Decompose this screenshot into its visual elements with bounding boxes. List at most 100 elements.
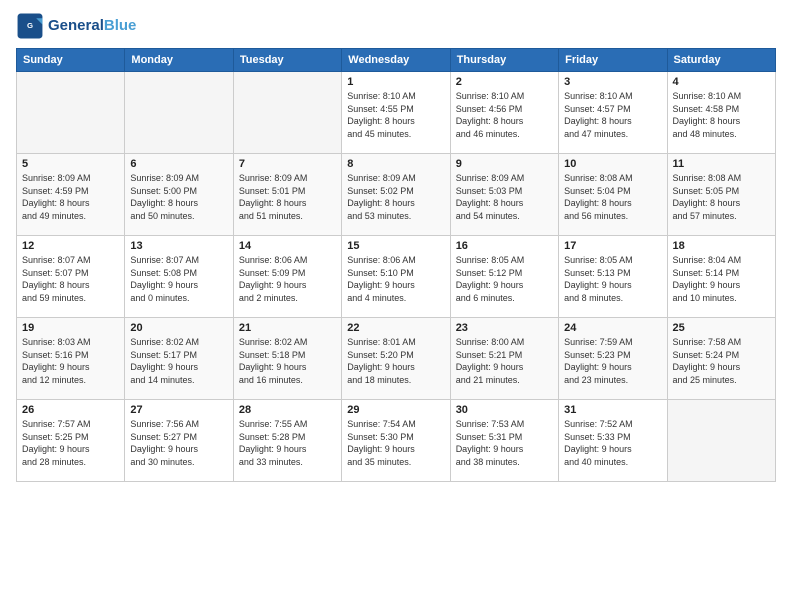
day-number: 27 [130, 404, 227, 416]
day-cell [667, 400, 775, 482]
weekday-header-tuesday: Tuesday [233, 49, 341, 72]
day-info: Sunrise: 8:07 AM Sunset: 5:08 PM Dayligh… [130, 254, 227, 304]
day-info: Sunrise: 8:10 AM Sunset: 4:56 PM Dayligh… [456, 90, 553, 140]
weekday-header-wednesday: Wednesday [342, 49, 450, 72]
day-number: 11 [673, 158, 770, 170]
day-cell: 10 Sunrise: 8:08 AM Sunset: 5:04 PM Dayli… [559, 154, 667, 236]
day-number: 26 [22, 404, 119, 416]
day-info: Sunrise: 8:10 AM Sunset: 4:58 PM Dayligh… [673, 90, 770, 140]
day-info: Sunrise: 8:04 AM Sunset: 5:14 PM Dayligh… [673, 254, 770, 304]
day-cell: 17Sunrise: 8:05 AM Sunset: 5:13 PM Dayli… [559, 236, 667, 318]
day-number: 12 [22, 240, 119, 252]
day-number: 3 [564, 76, 661, 88]
day-info: Sunrise: 8:03 AM Sunset: 5:16 PM Dayligh… [22, 336, 119, 386]
day-cell: 7Sunrise: 8:09 AM Sunset: 5:01 PM Daylig… [233, 154, 341, 236]
day-number: 15 [347, 240, 444, 252]
day-info: Sunrise: 8:10 AM Sunset: 4:55 PM Dayligh… [347, 90, 444, 140]
day-info: Sunrise: 8:01 AM Sunset: 5:20 PM Dayligh… [347, 336, 444, 386]
day-info: Sunrise: 8:08 AM Sunset: 5:04 PM Dayligh… [564, 172, 661, 222]
day-number: 14 [239, 240, 336, 252]
week-row-2: 5 Sunrise: 8:09 AM Sunset: 4:59 PM Daylig… [17, 154, 776, 236]
day-number: 31 [564, 404, 661, 416]
day-number: 17 [564, 240, 661, 252]
day-info: Sunrise: 8:09 AM Sunset: 4:59 PM Dayligh… [22, 172, 119, 222]
day-cell: 20 Sunrise: 8:02 AM Sunset: 5:17 PM Dayli… [125, 318, 233, 400]
day-cell [17, 72, 125, 154]
day-info: Sunrise: 8:06 AM Sunset: 5:10 PM Dayligh… [347, 254, 444, 304]
day-number: 28 [239, 404, 336, 416]
weekday-header-sunday: Sunday [17, 49, 125, 72]
logo-text: GeneralBlue [48, 18, 136, 35]
page: G GeneralBlue SundayMondayTuesdayWednesd… [0, 0, 792, 612]
day-info: Sunrise: 8:06 AM Sunset: 5:09 PM Dayligh… [239, 254, 336, 304]
day-cell: 12 Sunrise: 8:07 AM Sunset: 5:07 PM Dayli… [17, 236, 125, 318]
day-number: 29 [347, 404, 444, 416]
day-number: 1 [347, 76, 444, 88]
day-cell: 6 Sunrise: 8:09 AM Sunset: 5:00 PM Daylig… [125, 154, 233, 236]
header: G GeneralBlue [16, 12, 776, 40]
day-cell: 30 Sunrise: 7:53 AM Sunset: 5:31 PM Dayli… [450, 400, 558, 482]
day-info: Sunrise: 8:09 AM Sunset: 5:00 PM Dayligh… [130, 172, 227, 222]
day-info: Sunrise: 8:07 AM Sunset: 5:07 PM Dayligh… [22, 254, 119, 304]
day-cell: 27 Sunrise: 7:56 AM Sunset: 5:27 PM Dayli… [125, 400, 233, 482]
day-number: 23 [456, 322, 553, 334]
weekday-header-monday: Monday [125, 49, 233, 72]
day-number: 6 [130, 158, 227, 170]
day-cell: 31 Sunrise: 7:52 AM Sunset: 5:33 PM Dayli… [559, 400, 667, 482]
day-cell: 2 Sunrise: 8:10 AM Sunset: 4:56 PM Daylig… [450, 72, 558, 154]
day-number: 2 [456, 76, 553, 88]
day-number: 18 [673, 240, 770, 252]
day-cell [233, 72, 341, 154]
day-info: Sunrise: 7:57 AM Sunset: 5:25 PM Dayligh… [22, 418, 119, 468]
day-cell: 9Sunrise: 8:09 AM Sunset: 5:03 PM Daylig… [450, 154, 558, 236]
day-info: Sunrise: 7:58 AM Sunset: 5:24 PM Dayligh… [673, 336, 770, 386]
day-info: Sunrise: 7:52 AM Sunset: 5:33 PM Dayligh… [564, 418, 661, 468]
day-number: 13 [130, 240, 227, 252]
day-info: Sunrise: 7:59 AM Sunset: 5:23 PM Dayligh… [564, 336, 661, 386]
day-cell: 21 Sunrise: 8:02 AM Sunset: 5:18 PM Dayli… [233, 318, 341, 400]
day-number: 10 [564, 158, 661, 170]
day-cell: 8 Sunrise: 8:09 AM Sunset: 5:02 PM Daylig… [342, 154, 450, 236]
weekday-header-row: SundayMondayTuesdayWednesdayThursdayFrid… [17, 49, 776, 72]
day-cell: 18 Sunrise: 8:04 AM Sunset: 5:14 PM Dayli… [667, 236, 775, 318]
day-info: Sunrise: 8:09 AM Sunset: 5:02 PM Dayligh… [347, 172, 444, 222]
day-cell: 28Sunrise: 7:55 AM Sunset: 5:28 PM Dayli… [233, 400, 341, 482]
day-number: 19 [22, 322, 119, 334]
day-number: 22 [347, 322, 444, 334]
week-row-3: 12 Sunrise: 8:07 AM Sunset: 5:07 PM Dayli… [17, 236, 776, 318]
day-number: 4 [673, 76, 770, 88]
day-info: Sunrise: 7:54 AM Sunset: 5:30 PM Dayligh… [347, 418, 444, 468]
day-info: Sunrise: 8:02 AM Sunset: 5:18 PM Dayligh… [239, 336, 336, 386]
day-info: Sunrise: 8:08 AM Sunset: 5:05 PM Dayligh… [673, 172, 770, 222]
day-number: 21 [239, 322, 336, 334]
day-cell: 4 Sunrise: 8:10 AM Sunset: 4:58 PM Daylig… [667, 72, 775, 154]
day-number: 7 [239, 158, 336, 170]
day-number: 20 [130, 322, 227, 334]
day-cell: 5 Sunrise: 8:09 AM Sunset: 4:59 PM Daylig… [17, 154, 125, 236]
weekday-header-thursday: Thursday [450, 49, 558, 72]
day-cell [125, 72, 233, 154]
weekday-header-saturday: Saturday [667, 49, 775, 72]
day-cell: 14 Sunrise: 8:06 AM Sunset: 5:09 PM Dayli… [233, 236, 341, 318]
day-number: 5 [22, 158, 119, 170]
day-cell: 19 Sunrise: 8:03 AM Sunset: 5:16 PM Dayli… [17, 318, 125, 400]
day-info: Sunrise: 8:09 AM Sunset: 5:03 PM Dayligh… [456, 172, 553, 222]
day-cell: 22 Sunrise: 8:01 AM Sunset: 5:20 PM Dayli… [342, 318, 450, 400]
day-info: Sunrise: 8:05 AM Sunset: 5:12 PM Dayligh… [456, 254, 553, 304]
logo: G GeneralBlue [16, 12, 136, 40]
day-number: 25 [673, 322, 770, 334]
day-cell: 29 Sunrise: 7:54 AM Sunset: 5:30 PM Dayli… [342, 400, 450, 482]
svg-text:G: G [27, 21, 33, 30]
day-cell: 24Sunrise: 7:59 AM Sunset: 5:23 PM Dayli… [559, 318, 667, 400]
day-number: 8 [347, 158, 444, 170]
day-cell: 1 Sunrise: 8:10 AM Sunset: 4:55 PM Daylig… [342, 72, 450, 154]
day-info: Sunrise: 7:56 AM Sunset: 5:27 PM Dayligh… [130, 418, 227, 468]
day-info: Sunrise: 8:02 AM Sunset: 5:17 PM Dayligh… [130, 336, 227, 386]
day-number: 30 [456, 404, 553, 416]
day-cell: 3Sunrise: 8:10 AM Sunset: 4:57 PM Daylig… [559, 72, 667, 154]
day-info: Sunrise: 7:53 AM Sunset: 5:31 PM Dayligh… [456, 418, 553, 468]
day-cell: 15 Sunrise: 8:06 AM Sunset: 5:10 PM Dayli… [342, 236, 450, 318]
day-number: 16 [456, 240, 553, 252]
day-info: Sunrise: 8:00 AM Sunset: 5:21 PM Dayligh… [456, 336, 553, 386]
day-cell: 16 Sunrise: 8:05 AM Sunset: 5:12 PM Dayli… [450, 236, 558, 318]
